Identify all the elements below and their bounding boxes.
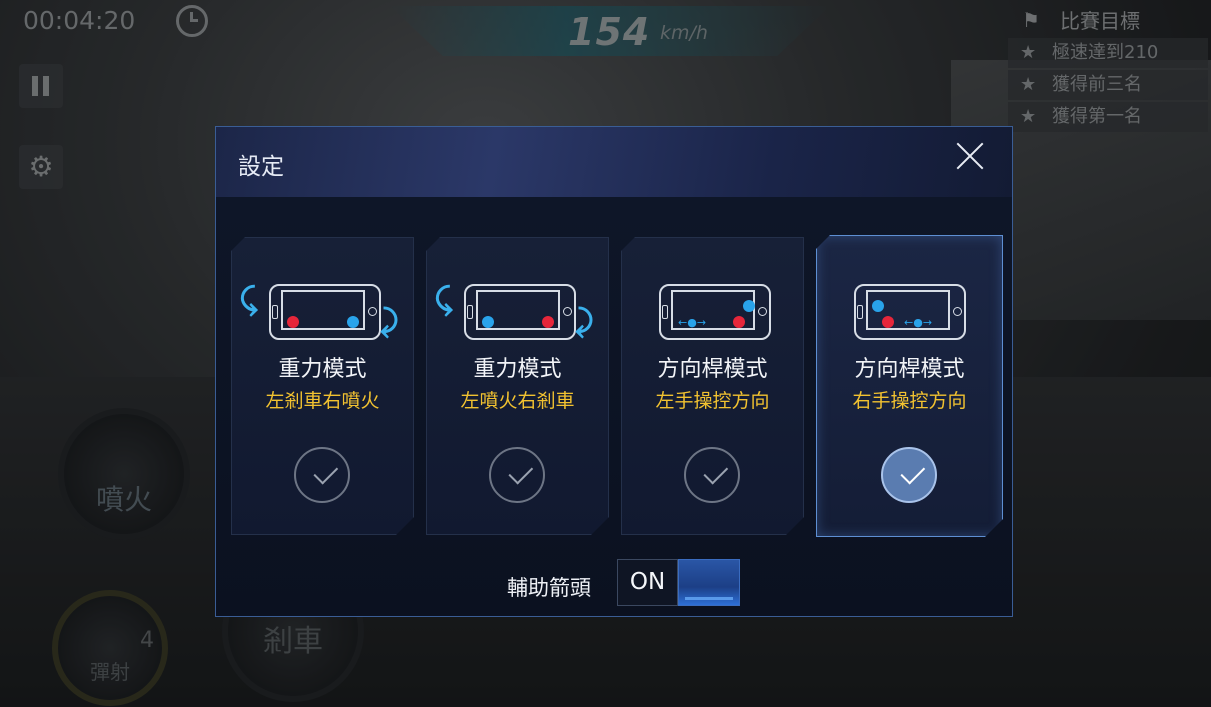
settings-dialog: 設定 ⤹ ⤸ 重力模式 左剎車右噴火 ⤹ ⤸ 重力模式 左噴火右剎車 ←●→ 方… <box>215 126 1013 617</box>
dialog-header: 設定 <box>216 127 1012 198</box>
mode-card-gravity-left-brake[interactable]: ⤹ ⤸ 重力模式 左剎車右噴火 <box>231 237 414 535</box>
mode-desc: 右手操控方向 <box>852 390 967 412</box>
dialog-title: 設定 <box>238 154 284 180</box>
mode-name: 重力模式 <box>278 357 367 382</box>
mode-desc: 左噴火右剎車 <box>460 390 575 412</box>
assist-arrow-label: 輔助箭頭 <box>507 576 591 600</box>
check-icon <box>294 447 350 503</box>
rotate-right-icon: ⤸ <box>575 304 593 339</box>
mode-card-stick-left-hand[interactable]: ←●→ 方向桿模式 左手操控方向 <box>621 237 804 535</box>
toggle-knob <box>678 559 740 606</box>
rotate-right-icon: ⤸ <box>380 304 398 339</box>
mode-name: 方向桿模式 <box>854 357 965 382</box>
dialog-body: ⤹ ⤸ 重力模式 左剎車右噴火 ⤹ ⤸ 重力模式 左噴火右剎車 ←●→ 方向桿模… <box>216 197 1012 616</box>
close-icon[interactable] <box>954 139 986 171</box>
mode-card-gravity-left-fire[interactable]: ⤹ ⤸ 重力模式 左噴火右剎車 <box>426 237 609 535</box>
toggle-state: ON <box>617 559 678 606</box>
phone-illustration <box>464 284 576 340</box>
mode-name: 重力模式 <box>473 357 562 382</box>
check-icon <box>684 447 740 503</box>
mode-name: 方向桿模式 <box>657 357 768 382</box>
mode-card-stick-right-hand[interactable]: ←●→ 方向桿模式 右手操控方向 <box>816 235 1003 537</box>
mode-desc: 左手操控方向 <box>655 390 770 412</box>
mode-desc: 左剎車右噴火 <box>265 390 380 412</box>
check-icon <box>881 447 937 503</box>
assist-arrow-toggle[interactable]: ON <box>617 559 740 606</box>
check-icon <box>489 447 545 503</box>
rotate-left-icon: ⤹ <box>240 282 258 317</box>
phone-illustration: ←●→ <box>659 284 771 340</box>
phone-illustration <box>269 284 381 340</box>
rotate-left-icon: ⤹ <box>435 282 453 317</box>
phone-illustration: ←●→ <box>854 284 966 340</box>
